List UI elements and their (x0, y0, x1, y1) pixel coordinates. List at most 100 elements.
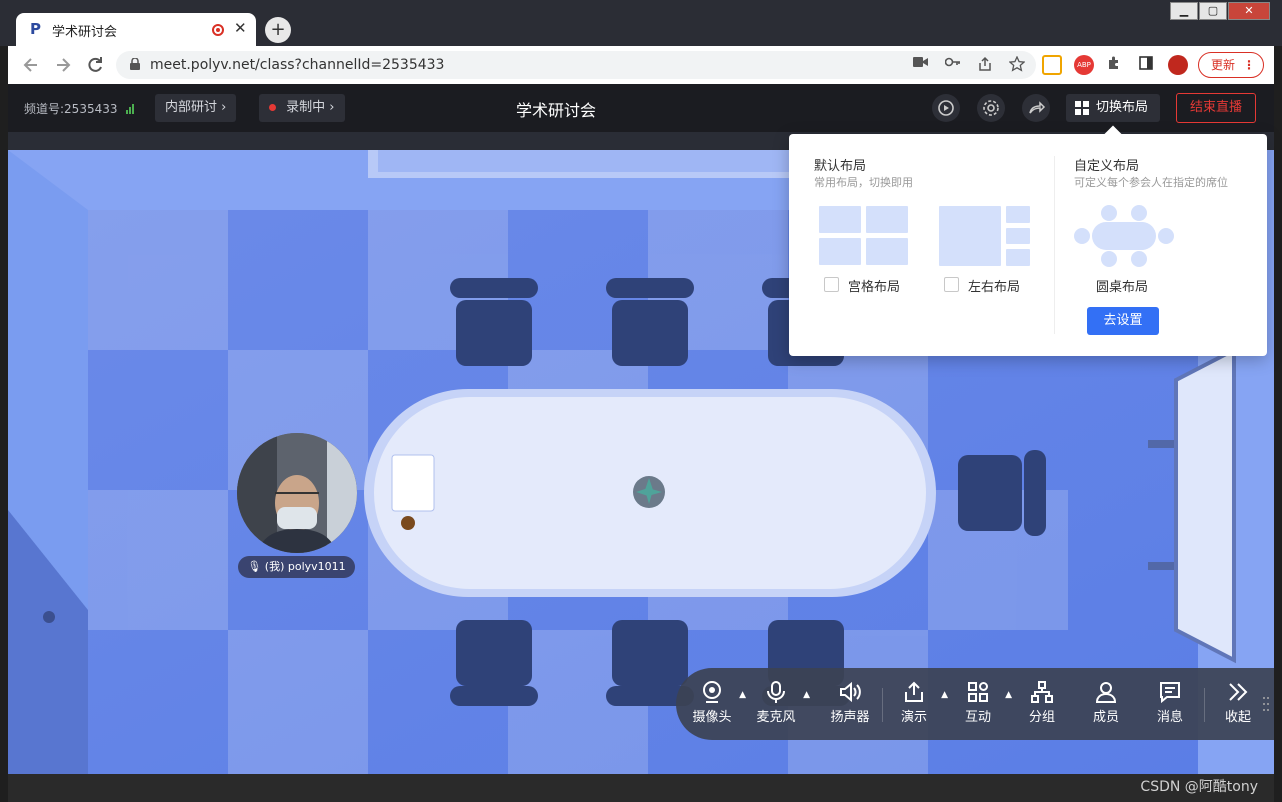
chevron-right-icon: › (221, 100, 227, 115)
playback-button[interactable] (932, 94, 960, 122)
left-right-layout-checkbox[interactable] (944, 277, 959, 292)
camera-label: 摄像头 (692, 710, 732, 725)
reload-button[interactable] (84, 54, 106, 76)
messages-button[interactable]: 消息 (1142, 680, 1198, 730)
back-button[interactable] (20, 54, 42, 76)
switch-layout-button[interactable]: 切换布局 (1066, 94, 1160, 122)
key-icon[interactable] (944, 56, 962, 74)
default-layout-subtitle: 常用布局，切换即用 (814, 176, 913, 189)
controls-separator (882, 688, 883, 722)
chevron-right-icon: › (329, 100, 335, 115)
custom-layout-title: 自定义布局 (1074, 159, 1140, 174)
message-icon (1160, 682, 1180, 704)
camera-button[interactable]: 摄像头 ▲ (684, 680, 746, 730)
speaker-button[interactable]: 扬声器 (822, 680, 878, 730)
end-live-button[interactable]: 结束直播 (1176, 93, 1256, 123)
update-button[interactable]: 更新 ⋮ (1198, 52, 1264, 78)
round-table-layout-preview[interactable] (1073, 204, 1175, 268)
reload-icon (88, 57, 102, 72)
mic-icon (767, 681, 785, 703)
members-label: 成员 (1092, 710, 1119, 725)
minimize-button[interactable]: ▁ (1170, 2, 1198, 20)
side-panel-icon[interactable] (1136, 55, 1156, 75)
browser-window: P 学术研讨会 ✕ + ▁ ▢ ✕ meet.polyv.net/class?c… (0, 0, 1282, 802)
recording-label: 录制中 (286, 100, 326, 115)
go-settings-button[interactable]: 去设置 (1087, 307, 1159, 335)
title-bar: P 学术研讨会 ✕ + ▁ ▢ ✕ (0, 0, 1282, 47)
tab-close-icon[interactable]: ✕ (234, 19, 247, 37)
tab-title: 学术研讨会 (52, 25, 118, 40)
microphone-button[interactable]: 麦克风 ▲ (748, 680, 810, 730)
lock-icon (130, 58, 140, 70)
profile-avatar[interactable] (1168, 55, 1188, 75)
internal-meeting-label: 内部研讨 (165, 100, 218, 115)
microphone-label: 麦克风 (756, 710, 796, 725)
address-bar[interactable]: meet.polyv.net/class?channelId=2535433 (116, 51, 1036, 79)
interact-caret-icon[interactable]: ▲ (1005, 690, 1012, 700)
participant-video[interactable] (237, 433, 357, 553)
maximize-button[interactable]: ▢ (1199, 2, 1227, 20)
interact-button[interactable]: 互动 ▲ (950, 680, 1012, 730)
group-icon (1031, 681, 1053, 703)
watermark: CSDN @阿酷tony (1140, 779, 1258, 795)
messages-label: 消息 (1156, 710, 1183, 725)
collapse-label: 收起 (1224, 710, 1251, 725)
participant-name-tag: 🎙 (我) polyv1011 (238, 556, 355, 578)
gear-icon (983, 100, 999, 116)
interact-label: 互动 (964, 710, 991, 725)
back-arrow-icon (23, 58, 37, 72)
new-tab-button[interactable]: + (265, 17, 291, 43)
group-button[interactable]: 分组 (1014, 680, 1070, 730)
default-layout-title: 默认布局 (814, 159, 867, 174)
window-close-button[interactable]: ✕ (1228, 2, 1270, 20)
share-icon (905, 681, 923, 702)
present-label: 演示 (900, 710, 927, 725)
participant-name: (我) polyv1011 (264, 560, 346, 573)
grid-layout-checkbox[interactable] (824, 277, 839, 292)
microphone-caret-icon[interactable]: ▲ (803, 690, 810, 700)
layout-grid-icon (1075, 101, 1089, 115)
participant-camera-feed (237, 433, 357, 553)
apps-icon (968, 682, 988, 702)
popup-divider (1054, 156, 1055, 334)
settings-button[interactable] (977, 94, 1005, 122)
recording-indicator-icon (212, 24, 224, 36)
extensions-puzzle-icon[interactable] (1104, 55, 1124, 75)
bookmark-star-icon[interactable] (1008, 55, 1026, 74)
recording-dot-icon (269, 104, 276, 111)
url-text: meet.polyv.net/class?channelId=2535433 (150, 57, 445, 73)
app-header: 频道号:2535433 内部研讨 › 录制中 › 学术研讨会 切换布局 结束直播 (8, 84, 1274, 132)
camera-icon (703, 681, 721, 703)
members-button[interactable]: 成员 (1078, 680, 1134, 730)
share-page-icon[interactable] (976, 56, 994, 74)
speaker-icon (840, 681, 861, 703)
group-label: 分组 (1028, 710, 1055, 725)
present-caret-icon[interactable]: ▲ (941, 690, 948, 700)
mic-small-icon: 🎙 (247, 560, 262, 573)
present-button[interactable]: 演示 ▲ (886, 680, 948, 730)
update-label: 更新 (1211, 58, 1236, 72)
extension-copy-icon[interactable] (1042, 55, 1062, 75)
browser-tab[interactable]: P 学术研讨会 ✕ (16, 13, 256, 47)
forward-button[interactable] (52, 54, 74, 76)
camera-caret-icon[interactable]: ▲ (739, 690, 746, 700)
layout-popup: 默认布局 常用布局，切换即用 自定义布局 可定义每个参会人在指定的席位 宫格布局… (789, 134, 1267, 356)
drag-handle-icon[interactable] (1262, 696, 1270, 712)
browser-toolbar: meet.polyv.net/class?channelId=2535433 A… (8, 46, 1274, 84)
camera-permission-icon[interactable] (912, 56, 930, 74)
playback-icon (938, 100, 954, 116)
internal-meeting-chip[interactable]: 内部研讨 › (155, 94, 237, 122)
adblock-icon[interactable]: ABP (1074, 55, 1094, 75)
meeting-controls: 摄像头 ▲ 麦克风 ▲ 扬声器 演示 ▲ 互动 ▲ 分组 成员 消息 收起 (676, 668, 1274, 740)
channel-number: 频道号:2535433 (24, 102, 118, 116)
signal-strength-icon (126, 102, 136, 114)
meeting-title: 学术研讨会 (516, 101, 597, 120)
status-bar: CSDN @阿酷tony (8, 774, 1274, 802)
switch-layout-label: 切换布局 (1096, 100, 1149, 115)
left-right-layout-label: 左右布局 (968, 280, 1021, 295)
collapse-icon (1229, 683, 1248, 701)
collapse-button[interactable]: 收起 (1210, 680, 1266, 730)
round-table-layout-label: 圆桌布局 (1096, 280, 1149, 295)
share-button[interactable] (1022, 94, 1050, 122)
recording-chip[interactable]: 录制中 › (259, 94, 345, 122)
